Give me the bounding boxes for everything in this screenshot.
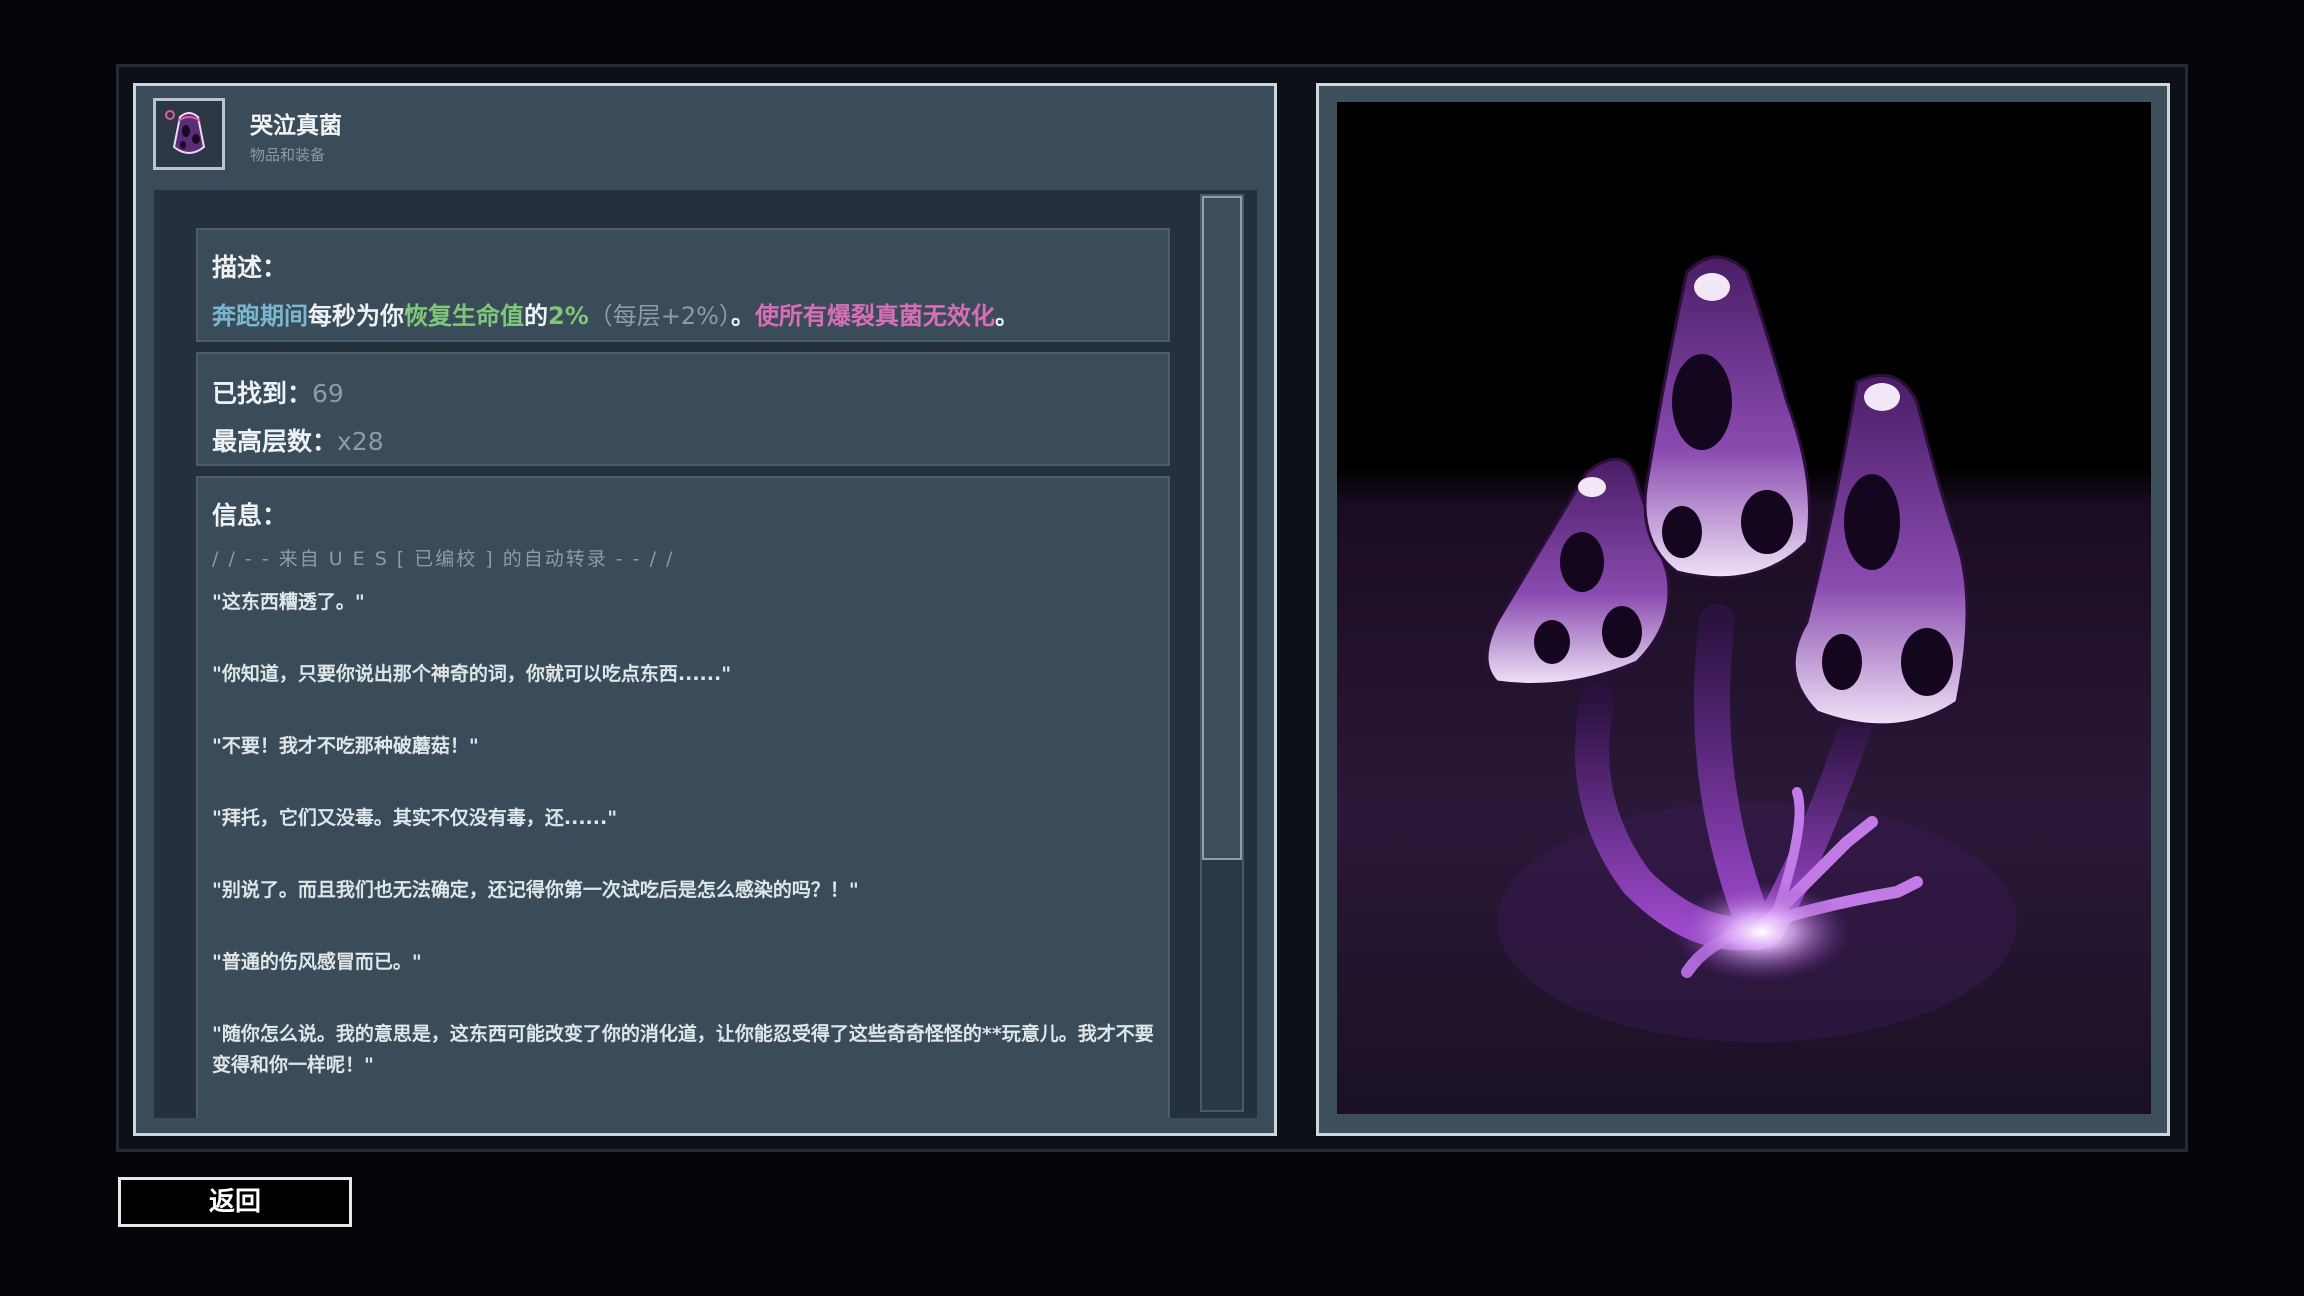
- description-segment: 。: [730, 302, 755, 330]
- found-label: 已找到：: [212, 379, 313, 408]
- item-preview-panel: [1316, 83, 2170, 1136]
- back-button[interactable]: 返回: [118, 1177, 352, 1227]
- max-stack-label: 最高层数：: [212, 427, 338, 456]
- found-count-row: 已找到：69: [212, 374, 1154, 410]
- scrollbar-thumb[interactable]: [1202, 196, 1242, 860]
- info-line: "随你怎么说。我的意思是，这东西可能改变了你的消化道，让你能忍受得了这些奇奇怪怪…: [212, 1023, 1154, 1076]
- description-segment: 2%: [548, 302, 589, 330]
- info-line: "你知道，只要你说出那个神奇的词，你就可以吃点东西......": [212, 663, 732, 685]
- description-title: 描述：: [212, 253, 288, 282]
- info-line: "这东西糟透了。": [212, 591, 365, 613]
- info-line: "拜托，它们又没毒。其实不仅没有毒，还......": [212, 807, 618, 829]
- weeping-fungus-icon: [153, 98, 225, 170]
- item-header: 哭泣真菌 物品和装备: [136, 86, 1274, 189]
- description-segment: 。: [994, 302, 1019, 330]
- info-line: "普通的伤风感冒而已。": [212, 951, 422, 973]
- description-segment: 使所有爆裂真菌无效化: [754, 302, 995, 330]
- info-transcript-header: / / - - 来自 U E S [ 已编校 ] 的自动转录 - - / /: [212, 548, 675, 570]
- info-line: "不要！我才不吃那种破蘑菇！": [212, 735, 479, 757]
- item-category: 物品和装备: [250, 146, 326, 164]
- description-text: 奔跑期间每秒为你恢复生命值的2%（每层+2%）。使所有爆裂真菌无效化。: [212, 296, 1154, 331]
- info-section: 信息： / / - - 来自 U E S [ 已编校 ] 的自动转录 - - /…: [196, 476, 1170, 1118]
- max-stack-row: 最高层数：x28: [212, 422, 1154, 458]
- info-lines: "这东西糟透了。" "你知道，只要你说出那个神奇的词，你就可以吃点东西.....…: [212, 587, 1154, 1081]
- description-segment: 奔跑期间: [212, 302, 308, 330]
- item-3d-preview[interactable]: [1337, 102, 2151, 1114]
- item-name: 哭泣真菌: [250, 113, 342, 139]
- description-segment: 恢复生命值: [404, 302, 524, 330]
- description-section: 描述： 奔跑期间每秒为你恢复生命值的2%（每层+2%）。使所有爆裂真菌无效化。: [196, 228, 1170, 342]
- stats-section: 已找到：69 最高层数：x28: [196, 352, 1170, 466]
- item-content-scroll-area[interactable]: 描述： 奔跑期间每秒为你恢复生命值的2%（每层+2%）。使所有爆裂真菌无效化。 …: [154, 190, 1257, 1118]
- description-segment: （每层+2%）: [588, 302, 731, 330]
- found-value: 69: [312, 379, 344, 408]
- item-detail-panel: 哭泣真菌 物品和装备 描述： 奔跑期间每秒为你恢复生命值的2%（每层+2%）。使…: [133, 83, 1277, 1136]
- fungus-model-illustration: [1485, 255, 2017, 1042]
- description-segment: 的: [524, 302, 548, 330]
- description-segment: 每秒为你: [308, 302, 404, 330]
- info-title: 信息：: [212, 501, 288, 530]
- max-stack-value: x28: [337, 427, 384, 456]
- info-line: "别说了。而且我们也无法确定，还记得你第一次试吃后是怎么感染的吗？！": [212, 879, 859, 901]
